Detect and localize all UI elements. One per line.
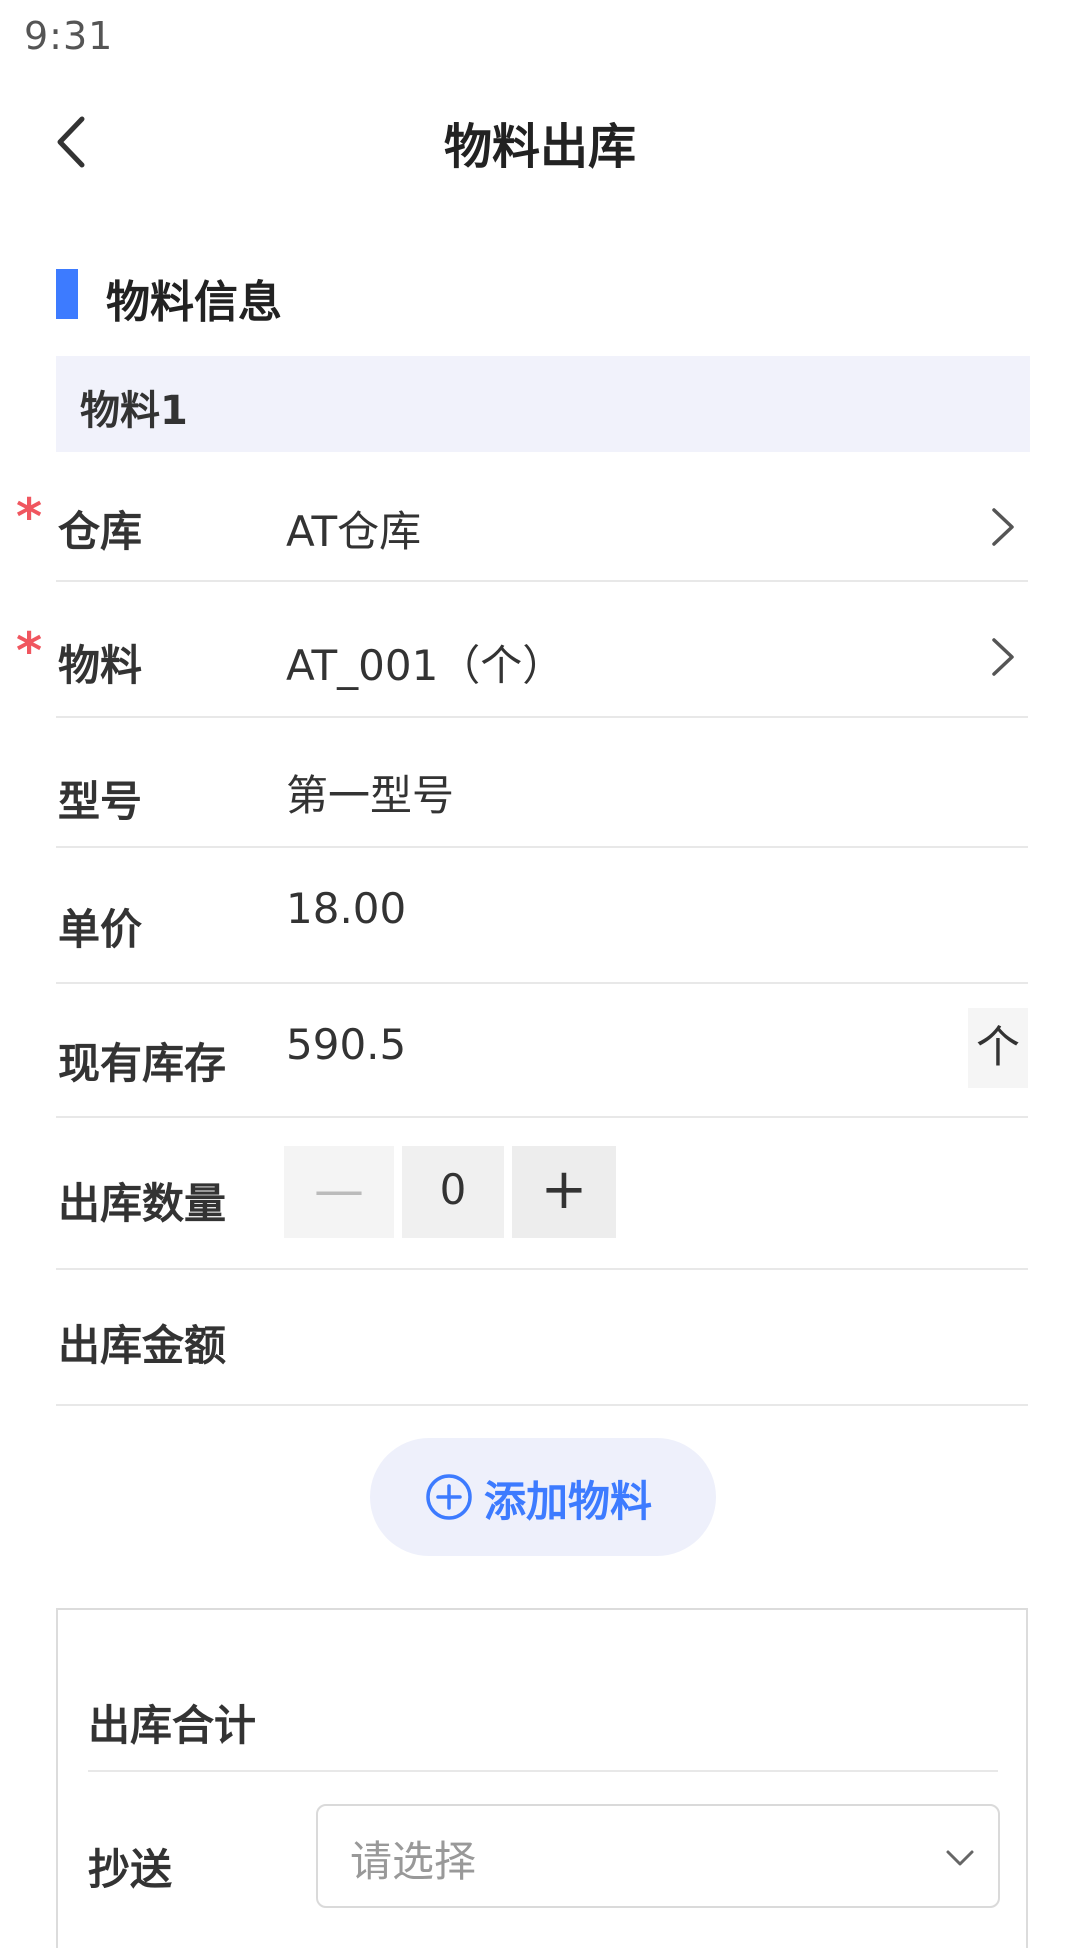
- add-circle-icon: [426, 1474, 472, 1520]
- summary-title: 出库合计: [88, 1701, 257, 1750]
- warehouse-row[interactable]: * 仓库 AT仓库: [16, 452, 1028, 582]
- page-title: 物料出库: [443, 119, 636, 175]
- chevron-down-icon: [946, 1850, 974, 1866]
- status-bar-time: 9:31: [24, 14, 114, 58]
- unit-price-row: 单价 18.00: [56, 848, 1028, 984]
- model-row: 型号 第一型号: [56, 718, 1028, 848]
- quantity-increment-button[interactable]: +: [512, 1146, 616, 1238]
- quantity-row: 出库数量 — 0 +: [56, 1118, 1028, 1270]
- stock-row: 现有库存 590.5 个: [56, 984, 1028, 1118]
- material-row[interactable]: * 物料 AT_001（个）: [16, 582, 1028, 718]
- cc-select[interactable]: 请选择: [316, 1804, 1000, 1908]
- add-material-label: 添加物料: [484, 1477, 653, 1526]
- quantity-label: 出库数量: [58, 1179, 227, 1228]
- amount-label: 出库金额: [58, 1321, 227, 1370]
- cc-placeholder: 请选择: [350, 1837, 477, 1886]
- unit-price-label: 单价: [58, 905, 143, 954]
- model-label: 型号: [58, 777, 143, 826]
- material-card-header: 物料1: [56, 356, 1030, 452]
- chevron-right-icon: [992, 508, 1014, 546]
- required-mark: *: [16, 622, 43, 680]
- section-accent-bar: [56, 269, 78, 319]
- required-mark: *: [16, 488, 43, 546]
- unit-price-value: 18.00: [286, 884, 407, 933]
- section-title: 物料信息: [106, 277, 282, 328]
- stock-unit: 个: [968, 1008, 1028, 1088]
- cc-label: 抄送: [88, 1845, 173, 1894]
- quantity-decrement-button[interactable]: —: [284, 1146, 394, 1238]
- stock-label: 现有库存: [58, 1039, 227, 1088]
- material-card-title: 物料1: [80, 388, 188, 434]
- summary-card: 出库合计 抄送 请选择: [56, 1608, 1028, 1948]
- warehouse-value: AT仓库: [286, 507, 422, 556]
- material-label: 物料: [58, 641, 143, 690]
- quantity-input[interactable]: 0: [402, 1146, 504, 1238]
- chevron-right-icon: [992, 638, 1014, 676]
- nav-bar: 物料出库: [0, 85, 1080, 195]
- summary-divider: [88, 1770, 998, 1772]
- stock-value: 590.5: [286, 1020, 407, 1069]
- material-value: AT_001（个）: [286, 641, 565, 690]
- add-material-button[interactable]: 添加物料: [370, 1438, 716, 1556]
- amount-row: 出库金额: [56, 1270, 1028, 1406]
- warehouse-label: 仓库: [58, 507, 143, 556]
- model-value: 第一型号: [286, 771, 455, 820]
